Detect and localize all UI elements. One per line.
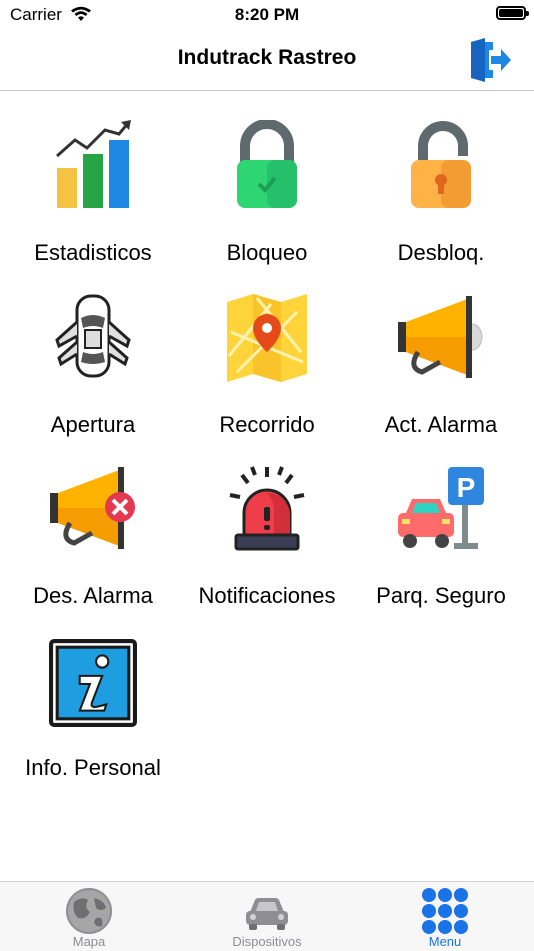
menu-item-label: Apertura [50, 412, 136, 437]
menu-item-label: Info. Personal [25, 755, 161, 780]
menu-item-info-personal[interactable]: Info. Personal [4, 627, 182, 797]
menu-item-act-alarma[interactable]: Act. Alarma [352, 284, 530, 454]
menu-item-label: Parq. Seguro [376, 583, 506, 608]
menu-item-label: Desbloq. [397, 240, 485, 265]
parking-icon: P [398, 467, 484, 549]
tab-label: Mapa [72, 934, 106, 949]
menu-item-recorrido[interactable]: Recorrido [178, 284, 356, 454]
menu-item-label: Bloqueo [226, 240, 308, 265]
tab-label: Menu [428, 934, 462, 949]
menu-item-label: Recorrido [219, 412, 315, 437]
car-doors-open-icon [55, 294, 131, 378]
info-icon [49, 639, 137, 727]
menu-item-label: Des. Alarma [33, 583, 153, 608]
tab-bar: Mapa Dispositivos Menu [0, 881, 534, 951]
unlocked-padlock-icon [411, 121, 471, 208]
menu-item-apertura[interactable]: Apertura [4, 284, 182, 454]
menu-item-bloqueo[interactable]: Bloqueo [178, 112, 356, 282]
svg-text:P: P [457, 472, 476, 503]
menu-item-des-alarma[interactable]: Des. Alarma [4, 455, 182, 625]
tab-mapa[interactable]: Mapa [0, 882, 178, 951]
battery-icon [496, 6, 529, 20]
tab-menu[interactable]: Menu [356, 882, 534, 951]
menu-item-label: Notificaciones [198, 583, 336, 608]
map-pin-icon [227, 294, 307, 382]
clock: 8:20 PM [234, 5, 300, 24]
menu-item-parq-seguro[interactable]: P Parq. Seguro [352, 455, 530, 625]
siren-icon [229, 466, 305, 551]
logout-icon[interactable] [465, 36, 513, 84]
menu-item-desbloq[interactable]: Desbloq. [352, 112, 530, 282]
bar-chart-icon [56, 120, 131, 208]
status-bar: Carrier 8:20 PM [0, 0, 534, 30]
megaphone-off-icon [50, 467, 135, 549]
locked-padlock-icon [237, 120, 297, 208]
page-title: Indutrack Rastreo [177, 46, 357, 69]
grid-icon [422, 888, 468, 934]
tab-label: Dispositivos [232, 934, 302, 949]
car-icon [246, 898, 288, 930]
menu-item-estadisticos[interactable]: Estadisticos [4, 112, 182, 282]
megaphone-icon [398, 296, 483, 378]
globe-icon [66, 888, 112, 934]
navigation-bar: Indutrack Rastreo [0, 30, 534, 91]
menu-item-label: Estadisticos [34, 240, 152, 265]
menu-item-label: Act. Alarma [384, 412, 498, 437]
tab-dispositivos[interactable]: Dispositivos [178, 882, 356, 951]
menu-item-notificaciones[interactable]: Notificaciones [178, 455, 356, 625]
